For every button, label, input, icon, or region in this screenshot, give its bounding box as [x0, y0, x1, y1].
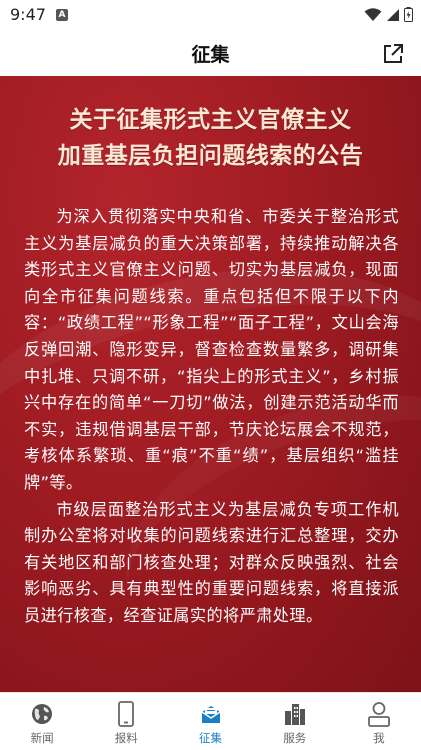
tab-label-me: 我	[373, 731, 385, 745]
article-paragraph-1: 为深入贯彻落实中央和省、市委关于整治形式主义为基层减负的重大决策部署，持续推动解…	[24, 207, 399, 492]
buildings-icon	[282, 701, 308, 727]
headline-line-2: 加重基层负担问题线索的公告	[57, 142, 364, 169]
share-icon[interactable]	[381, 42, 405, 66]
tab-label-news: 新闻	[30, 731, 54, 745]
tab-collect[interactable]: 征集	[168, 693, 252, 750]
tab-report[interactable]: 报料	[84, 693, 168, 750]
phone-icon	[113, 701, 139, 727]
bottom-tab-bar: 新闻 报料 征集 服务 我	[0, 692, 421, 750]
article-body: 为深入贯彻落实中央和省、市委关于整治形式主义为基层减负的重大决策部署，持续推动解…	[0, 204, 421, 630]
status-bar: 9:47 A	[0, 0, 421, 30]
article-headline: 关于征集形式主义官僚主义 加重基层负担问题线索的公告	[0, 76, 421, 174]
article-banner[interactable]: 关于征集形式主义官僚主义 加重基层负担问题线索的公告 为深入贯彻落实中央和省、市…	[0, 76, 421, 692]
tab-label-report: 报料	[114, 731, 138, 745]
tab-label-service: 服务	[283, 731, 307, 745]
tab-me[interactable]: 我	[337, 693, 421, 750]
tab-news[interactable]: 新闻	[0, 693, 84, 750]
envelope-icon	[198, 701, 224, 727]
status-icons	[364, 7, 413, 22]
signal-icon	[387, 8, 399, 21]
person-icon	[366, 701, 392, 727]
status-time: 9:47	[10, 5, 46, 24]
tab-label-collect: 征集	[199, 731, 222, 745]
notification-badge: A	[56, 9, 68, 21]
app-bar: 征集	[0, 30, 421, 76]
wifi-icon	[364, 7, 382, 21]
article-paragraph-2: 市级层面整治形式主义为基层减负专项工作机制办公室将对收集的问题线索进行汇总整理，…	[24, 499, 399, 625]
battery-icon	[404, 7, 413, 22]
globe-icon	[29, 701, 55, 727]
tab-service[interactable]: 服务	[253, 693, 337, 750]
headline-line-1: 关于征集形式主义官僚主义	[69, 106, 352, 133]
page-title: 征集	[191, 44, 230, 66]
